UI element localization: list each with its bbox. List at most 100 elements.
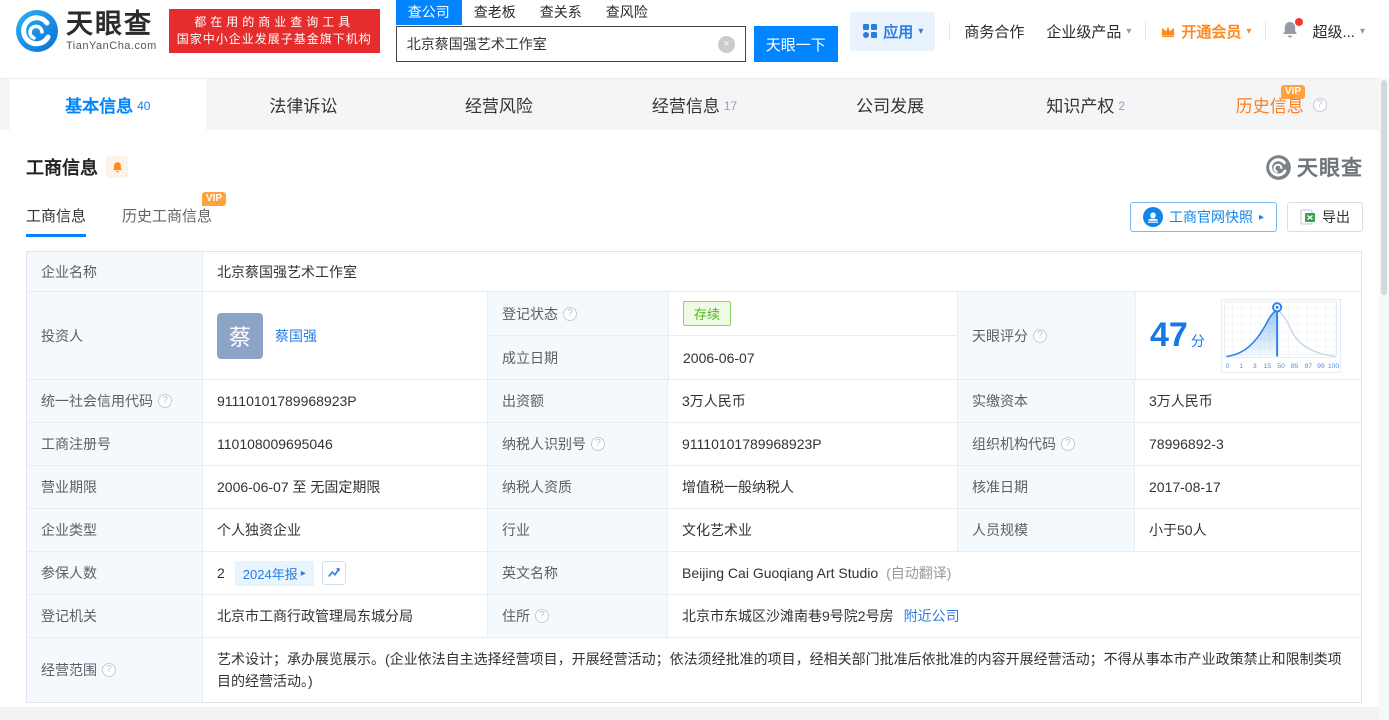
apps-menu[interactable]: 应用 ▾ <box>850 11 936 51</box>
logo-domain: TianYanCha.com <box>66 39 157 52</box>
company-type-value: 个人独资企业 <box>202 509 487 551</box>
svg-text:100: 100 <box>1328 363 1340 370</box>
scrollbar[interactable] <box>1379 78 1389 720</box>
taxpayer-quality-label: 纳税人资质 <box>487 466 667 508</box>
search-tab-company[interactable]: 查公司 <box>395 0 462 25</box>
help-icon[interactable]: ? <box>158 394 172 408</box>
business-term-value: 2006-06-07 至 无固定期限 <box>202 466 487 508</box>
help-icon[interactable]: ? <box>1033 328 1047 343</box>
auto-translate-note: (自动翻译) <box>886 565 952 581</box>
tab-operating-info[interactable]: 经营信息 17 <box>597 79 793 130</box>
tab-history-info[interactable]: VIP 历史信息 ? <box>1183 79 1379 130</box>
watermark-text: 天眼查 <box>1297 157 1363 180</box>
taxpayer-quality-value: 增值税一般纳税人 <box>667 466 957 508</box>
credit-code-label: 统一社会信用代码? <box>27 380 202 422</box>
svg-text:15: 15 <box>1263 363 1271 370</box>
paid-capital-label: 实缴资本 <box>957 380 1134 422</box>
slogan-line1: 都在用的商业查询工具 <box>194 15 355 29</box>
taxpayer-id-value: 91110101789968923P <box>667 423 957 465</box>
search-box: × <box>395 26 746 62</box>
nearby-companies-link[interactable]: 附近公司 <box>904 606 960 626</box>
search-tab-boss[interactable]: 查老板 <box>462 0 528 25</box>
content: 工商信息 天眼查 工商信息 VIP 历史工商信息 工商官网快照 ▸ 导出 企业名… <box>0 152 1389 703</box>
search-tab-risk[interactable]: 查风险 <box>594 0 660 25</box>
insured-trend-button[interactable] <box>321 561 346 585</box>
arrow-right-icon: ▸ <box>1258 211 1264 223</box>
svg-text:99: 99 <box>1317 363 1325 370</box>
business-scope-label: 经营范围? <box>27 638 202 702</box>
vip-badge: VIP <box>1280 85 1306 99</box>
help-icon[interactable]: ? <box>102 663 116 677</box>
establish-date-value: 2006-06-07 <box>668 336 958 379</box>
search-input[interactable] <box>406 36 718 52</box>
tianyancha-logo-icon <box>16 10 58 52</box>
stamp-icon <box>1142 207 1163 227</box>
enterprise-products-menu[interactable]: 企业级产品 ▾ <box>1046 21 1131 42</box>
tab-legal-proceedings[interactable]: 法律诉讼 <box>206 79 402 130</box>
table-row: 企业类型 个人独资企业 行业 文化艺术业 人员规模 小于50人 <box>27 509 1361 552</box>
business-cooperation-link[interactable]: 商务合作 <box>964 21 1024 42</box>
tab-intellectual-property[interactable]: 知识产权 2 <box>988 79 1184 130</box>
org-code-label: 组织机构代码? <box>957 423 1134 465</box>
tab-basic-info[interactable]: 基本信息 40 <box>10 79 206 130</box>
capital-label: 出资额 <box>487 380 667 422</box>
help-icon[interactable]: ? <box>1312 97 1327 112</box>
top-header: 天眼查 TianYanCha.com 都在用的商业查询工具 国家中小企业发展子基… <box>0 0 1389 62</box>
help-icon[interactable]: ? <box>591 437 605 451</box>
subtab-history-business-info[interactable]: VIP 历史工商信息 <box>122 192 227 237</box>
business-info-table: 企业名称 北京蔡国强艺术工作室 投资人 蔡 蔡国强 登记状态? 存续 成立日期 … <box>26 251 1362 703</box>
business-term-label: 营业期限 <box>27 466 202 508</box>
scrollbar-thumb[interactable] <box>1381 80 1387 295</box>
tab-company-development[interactable]: 公司发展 <box>792 79 988 130</box>
registry-label: 登记机关 <box>27 595 202 637</box>
capital-value: 3万人民币 <box>667 380 957 422</box>
subtab-business-info[interactable]: 工商信息 <box>26 205 87 237</box>
watermark-logo: 天眼查 <box>1265 152 1363 182</box>
search-type-tabs: 查公司 查老板 查关系 查风险 <box>395 0 838 25</box>
score-axis-labels: 0 1 3 15 50 85 97 99 100 <box>1225 363 1339 370</box>
tab-operating-risk[interactable]: 经营风险 <box>401 79 597 130</box>
table-row: 企业名称 北京蔡国强艺术工作室 <box>27 252 1361 292</box>
caret-down-icon: ▾ <box>1246 25 1252 37</box>
section-bell-icon <box>112 161 122 172</box>
slogan-banner: 都在用的商业查询工具 国家中小企业发展子基金旗下机构 <box>168 9 380 53</box>
address-label: 住所? <box>487 595 667 637</box>
company-type-label: 企业类型 <box>27 509 202 551</box>
slogan-line2: 国家中小企业发展子基金旗下机构 <box>176 32 372 46</box>
industry-value: 文化艺术业 <box>667 509 957 551</box>
approval-date-label: 核准日期 <box>957 466 1134 508</box>
search-tab-relation[interactable]: 查关系 <box>528 0 594 25</box>
notifications-button[interactable] <box>1280 18 1304 42</box>
logo-name: 天眼查 <box>66 8 153 39</box>
credit-code-value: 91110101789968923P <box>202 380 487 422</box>
help-icon[interactable]: ? <box>563 306 577 321</box>
investor-avatar[interactable]: 蔡 <box>217 312 263 359</box>
table-row: 统一社会信用代码? 91110101789968923P 出资额 3万人民币 实… <box>27 380 1361 423</box>
export-button[interactable]: 导出 <box>1287 202 1363 232</box>
search-button[interactable]: 天眼一下 <box>753 26 838 62</box>
svg-text:85: 85 <box>1291 363 1299 370</box>
investor-label: 投资人 <box>27 292 202 379</box>
svg-text:3: 3 <box>1253 363 1257 370</box>
arrow-right-icon: ▸ <box>300 567 306 579</box>
establish-date-label: 成立日期 <box>488 336 668 379</box>
notification-dot <box>1295 18 1304 26</box>
page: 天眼查 TianYanCha.com 都在用的商业查询工具 国家中小企业发展子基… <box>0 0 1389 720</box>
official-snapshot-button[interactable]: 工商官网快照 ▸ <box>1129 202 1277 232</box>
user-account-menu[interactable]: 超级... ▾ <box>1312 21 1365 42</box>
registry-value: 北京市工商行政管理局东城分局 <box>202 595 487 637</box>
open-vip-menu[interactable]: 开通会员 ▾ <box>1160 21 1251 42</box>
table-row: 经营范围? 艺术设计；承办展览展示。(企业依法自主选择经营项目，开展经营活动；依… <box>27 638 1361 702</box>
search-clear-icon[interactable]: × <box>717 35 735 53</box>
help-icon[interactable]: ? <box>1061 437 1075 451</box>
section-bell-button[interactable] <box>106 156 128 178</box>
investor-name-link[interactable]: 蔡国强 <box>275 326 317 346</box>
annual-report-badge[interactable]: 2024年报 ▸ <box>234 560 314 586</box>
apps-label: 应用 <box>883 23 914 41</box>
staff-size-label: 人员规模 <box>957 509 1134 551</box>
approval-date-value: 2017-08-17 <box>1134 466 1361 508</box>
table-row: 参保人数 2 2024年报 ▸ 英文名称 Beijing Cai Guoqian… <box>27 552 1361 595</box>
help-icon[interactable]: ? <box>535 609 549 623</box>
vip-badge: VIP <box>201 192 227 206</box>
tianyancha-logo[interactable]: 天眼查 TianYanCha.com <box>14 8 157 54</box>
